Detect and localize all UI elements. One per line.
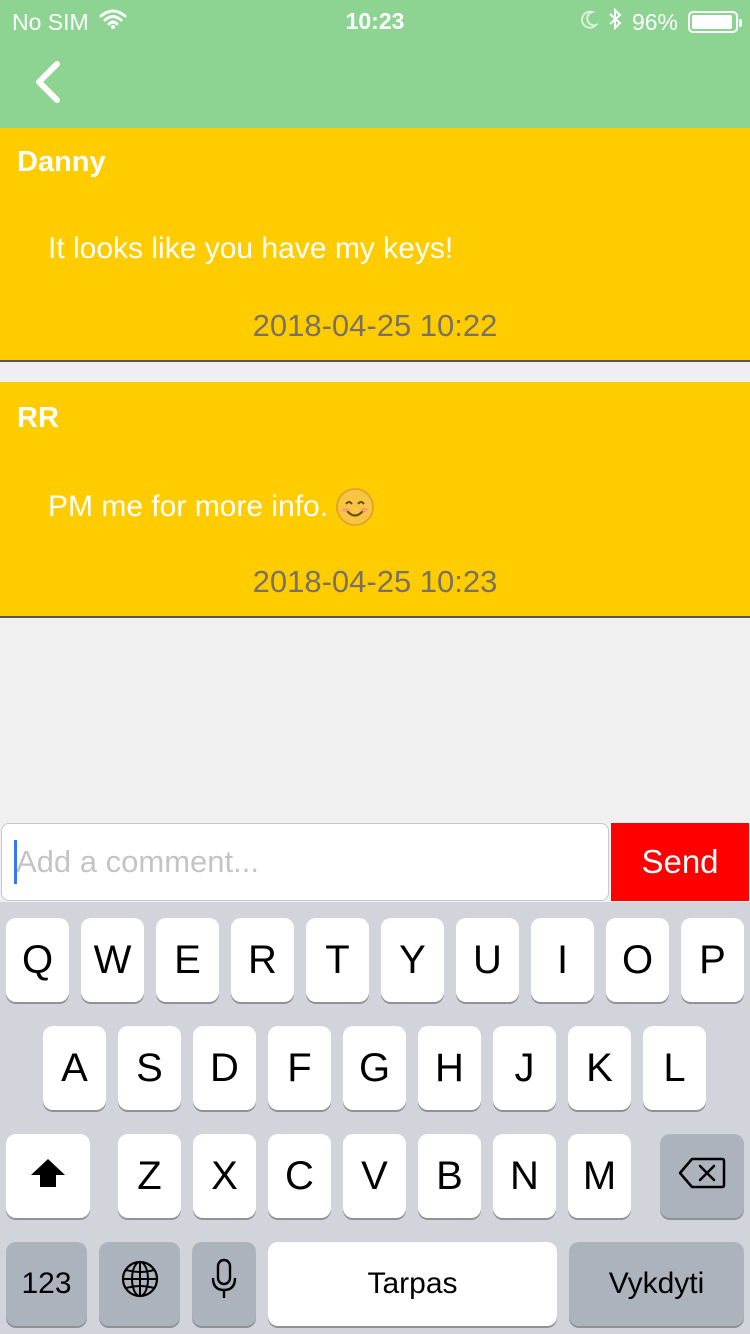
comment-item: RR PM me for more info. 2018-04-25 10:23 <box>0 382 750 618</box>
delete-key[interactable] <box>660 1134 744 1218</box>
back-button[interactable] <box>24 56 72 112</box>
text-caret <box>14 840 17 884</box>
key-y[interactable]: Y <box>381 918 444 1002</box>
microphone-icon <box>210 1258 238 1310</box>
comment-list: Danny It looks like you have my keys! 20… <box>0 128 750 618</box>
send-button[interactable]: Send <box>611 823 749 901</box>
comment-text: PM me for more info. <box>48 490 329 523</box>
key-e[interactable]: E <box>156 918 219 1002</box>
bluetooth-icon <box>608 7 622 36</box>
delete-icon <box>678 1154 726 1199</box>
battery-icon <box>688 11 742 33</box>
key-x[interactable]: X <box>193 1134 256 1218</box>
chevron-left-icon <box>33 60 63 109</box>
comment-text-row: PM me for more info. <box>48 488 375 526</box>
key-b[interactable]: B <box>418 1134 481 1218</box>
key-q[interactable]: Q <box>6 918 69 1002</box>
nav-bar <box>0 42 750 128</box>
dictation-key[interactable] <box>192 1242 256 1326</box>
status-bar: No SIM 10:23 96% <box>0 0 750 42</box>
key-c[interactable]: C <box>268 1134 331 1218</box>
smiling-face-icon <box>336 488 375 526</box>
key-i[interactable]: I <box>531 918 594 1002</box>
key-w[interactable]: W <box>81 918 144 1002</box>
comment-divider <box>0 362 750 382</box>
comment-item: Danny It looks like you have my keys! 20… <box>0 128 750 362</box>
app-header: No SIM 10:23 96% <box>0 0 750 128</box>
keyboard: Q W E R T Y U I O P A S D F G H J K L Z … <box>0 902 750 1334</box>
key-n[interactable]: N <box>493 1134 556 1218</box>
key-j[interactable]: J <box>493 1026 556 1110</box>
key-g[interactable]: G <box>343 1026 406 1110</box>
shift-key[interactable] <box>6 1134 90 1218</box>
comment-author: RR <box>17 402 59 434</box>
globe-icon <box>120 1259 160 1309</box>
key-s[interactable]: S <box>118 1026 181 1110</box>
key-r[interactable]: R <box>231 918 294 1002</box>
battery-fill <box>692 15 733 29</box>
key-v[interactable]: V <box>343 1134 406 1218</box>
key-l[interactable]: L <box>643 1026 706 1110</box>
comment-timestamp: 2018-04-25 10:22 <box>252 308 498 343</box>
space-key[interactable]: Tarpas <box>268 1242 557 1326</box>
comment-composer: Send <box>0 822 750 902</box>
comment-text: It looks like you have my keys! <box>48 232 454 265</box>
comment-author: Danny <box>17 146 106 178</box>
key-a[interactable]: A <box>43 1026 106 1110</box>
numbers-key[interactable]: 123 <box>6 1242 87 1326</box>
key-o[interactable]: O <box>606 918 669 1002</box>
key-m[interactable]: M <box>568 1134 631 1218</box>
key-z[interactable]: Z <box>118 1134 181 1218</box>
shift-icon <box>29 1154 67 1199</box>
status-right: 96% <box>580 7 742 36</box>
key-f[interactable]: F <box>268 1026 331 1110</box>
key-k[interactable]: K <box>568 1026 631 1110</box>
key-u[interactable]: U <box>456 918 519 1002</box>
globe-key[interactable] <box>99 1242 180 1326</box>
key-d[interactable]: D <box>193 1026 256 1110</box>
moon-icon <box>580 9 600 36</box>
key-p[interactable]: P <box>681 918 744 1002</box>
comment-input[interactable] <box>1 823 609 901</box>
return-key[interactable]: Vykdyti <box>569 1242 744 1326</box>
comment-text-row: It looks like you have my keys! <box>48 232 453 266</box>
key-t[interactable]: T <box>306 918 369 1002</box>
battery-percent: 96% <box>631 8 678 35</box>
key-h[interactable]: H <box>418 1026 481 1110</box>
comment-timestamp: 2018-04-25 10:23 <box>252 564 498 599</box>
